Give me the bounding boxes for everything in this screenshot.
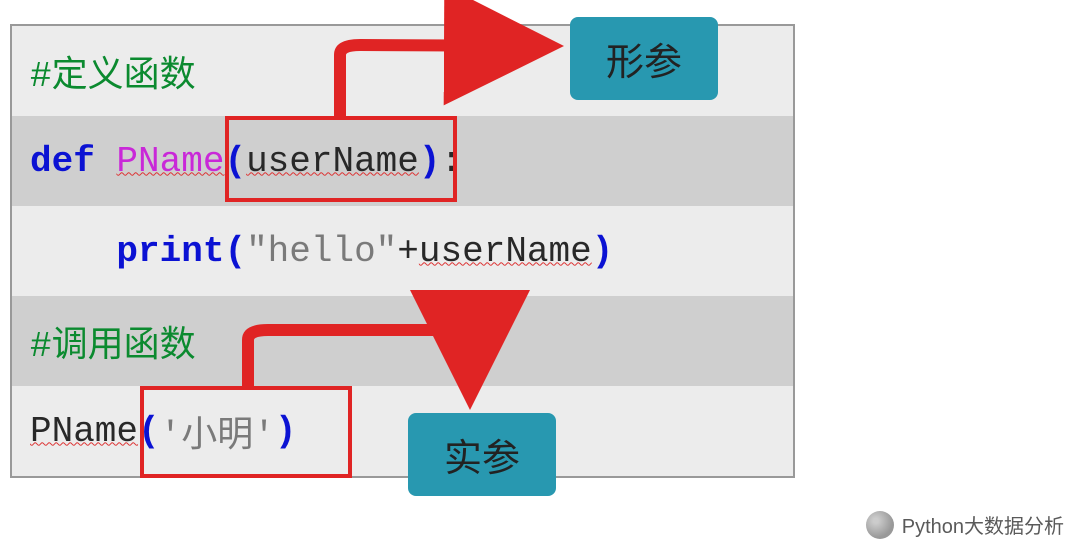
print-close: ) <box>592 231 614 272</box>
code-line-def: def PName(userName): <box>12 116 793 206</box>
plus: + <box>397 231 419 272</box>
string-hello: "hello" <box>246 231 397 272</box>
call-close: ) <box>275 411 297 452</box>
paren-open: ( <box>224 141 246 182</box>
watermark-text: Python大数据分析 <box>902 510 1064 539</box>
parameter-name: userName <box>246 141 419 182</box>
colon: : <box>441 141 463 182</box>
comment-call: #调用函数 <box>30 315 196 367</box>
indent <box>30 231 116 272</box>
print-open: ( <box>224 231 246 272</box>
code-line-call: PName('小明') <box>12 386 793 476</box>
call-name: PName <box>30 411 138 452</box>
paren-close: ) <box>419 141 441 182</box>
keyword-def: def <box>30 141 95 182</box>
wechat-icon <box>866 511 894 539</box>
label-actual-param: 实参 <box>408 413 556 496</box>
watermark: Python大数据分析 <box>866 510 1064 539</box>
function-name: PName <box>116 141 224 182</box>
keyword-print: print <box>116 231 224 272</box>
code-line-comment-call: #调用函数 <box>12 296 793 386</box>
label-formal-param: 形参 <box>570 17 718 100</box>
call-open: ( <box>138 411 160 452</box>
print-argument: userName <box>419 231 592 272</box>
call-argument: '小明' <box>160 405 275 457</box>
comment-define: #定义函数 <box>30 45 196 97</box>
code-line-print: print("hello"+userName) <box>12 206 793 296</box>
